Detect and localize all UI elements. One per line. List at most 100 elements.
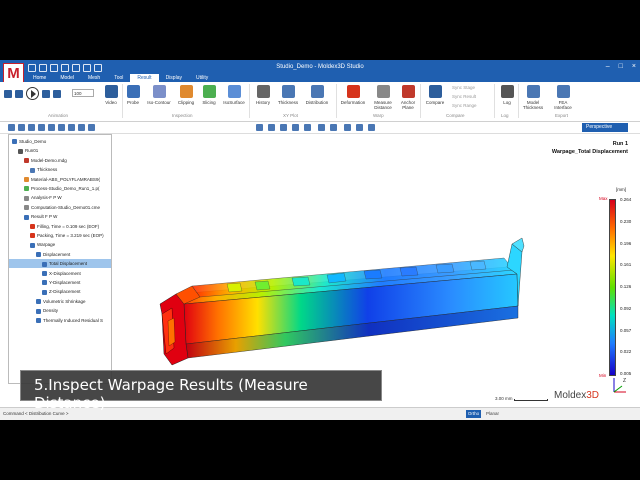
3d-viewport[interactable]: Run 1 Warpage_Total Displacement [mm] Ma…	[112, 134, 640, 404]
view-toolbar: Perspective	[0, 122, 640, 134]
measure-distance-button[interactable]: Measure Distance	[370, 85, 396, 110]
log-button[interactable]: Log	[494, 85, 520, 105]
tab-tool[interactable]: Tool	[107, 74, 130, 82]
deformation-button[interactable]: Deformation	[340, 85, 366, 105]
tag-icon[interactable]	[58, 124, 65, 131]
zoom-icon[interactable]	[292, 124, 299, 131]
tab-home[interactable]: Home	[26, 74, 53, 82]
thickness-button[interactable]: Thickness	[275, 85, 301, 105]
tree-item[interactable]: X-Displacement	[9, 269, 111, 278]
view-cube-icon[interactable]	[304, 124, 311, 131]
measure-distance-icon	[376, 85, 390, 98]
isosurface-button[interactable]: IsoSurface	[221, 85, 247, 105]
tree-item[interactable]: Packing, Time = 3.219 sec (EOP)	[9, 231, 111, 240]
layers-icon[interactable]	[18, 124, 25, 131]
tab-display[interactable]: Display	[159, 74, 189, 82]
help-icon[interactable]	[88, 124, 95, 131]
tree-item[interactable]: Studio_Demo	[9, 137, 111, 146]
tree-item[interactable]: Model-Demo.mdg	[9, 156, 111, 165]
camera-icon[interactable]	[368, 124, 375, 131]
tree-item[interactable]: Run01	[9, 146, 111, 155]
fea-interface-icon	[556, 85, 570, 98]
tab-result[interactable]: Result	[130, 74, 159, 82]
tree-item[interactable]: Computation-Studio_Demo01.cme	[9, 203, 111, 212]
tree-node-icon	[36, 252, 41, 258]
sync-result-button[interactable]: Sync Result	[452, 94, 476, 99]
pan-icon[interactable]	[280, 124, 287, 131]
axis-triad-icon: Z	[613, 378, 626, 393]
stop-icon[interactable]	[4, 89, 12, 98]
tree-item[interactable]: Displacement	[9, 250, 111, 259]
tree-node-icon	[24, 205, 29, 211]
tree-item[interactable]: Material-ABS_POLYFLAMRABS9(	[9, 175, 111, 184]
isosurface-icon	[227, 85, 241, 98]
tree-item[interactable]: Analysis-F P W	[9, 193, 111, 202]
tree-item[interactable]: Thickness	[9, 165, 111, 174]
tree-icon[interactable]	[8, 124, 15, 131]
distribution-button[interactable]: Distribution	[304, 85, 330, 105]
tab-model[interactable]: Model	[53, 74, 81, 82]
step-back-icon[interactable]	[15, 89, 23, 98]
slicing-button[interactable]: Slicing	[196, 85, 222, 105]
model-thickness-button[interactable]: Model Thickness	[520, 85, 546, 110]
button-label: Thickness	[277, 100, 299, 105]
list-icon[interactable]	[28, 124, 35, 131]
sync-range-button[interactable]: Sync Range	[452, 103, 477, 108]
projection-dropdown[interactable]: Perspective	[582, 123, 628, 132]
history-button[interactable]: History	[250, 85, 276, 105]
rotate-icon[interactable]	[268, 124, 275, 131]
ortho-toggle[interactable]: Ortho	[466, 410, 481, 418]
iso-contour-button[interactable]: Iso-Contour	[146, 85, 172, 105]
transparency-icon[interactable]	[344, 124, 351, 131]
probe-icon	[126, 85, 140, 98]
compare-button[interactable]: Compare	[422, 85, 448, 105]
fea-interface-button[interactable]: FEA Interface	[550, 85, 576, 110]
tree-item-label: Y-Displacement	[49, 280, 81, 285]
tree-node-icon	[24, 195, 29, 201]
tree-item[interactable]: Warpage	[9, 240, 111, 249]
distribution-icon	[310, 85, 324, 98]
expand-icon[interactable]	[68, 124, 75, 131]
step-forward-icon[interactable]	[42, 89, 50, 98]
button-label: History	[255, 100, 270, 105]
play-icon[interactable]	[26, 87, 39, 100]
tree-item[interactable]: Filling, Time = 0.109 sec (EOF)	[9, 222, 111, 231]
sync-stage-button[interactable]: Sync Stage	[452, 85, 475, 90]
tree-item[interactable]: Z-Displacement	[9, 287, 111, 296]
model-thickness-icon	[526, 85, 540, 98]
slicing-icon	[202, 85, 216, 98]
tree-item[interactable]: Y-Displacement	[9, 278, 111, 287]
filter-icon[interactable]	[48, 124, 55, 131]
tab-mesh[interactable]: Mesh	[81, 74, 107, 82]
brand-text: Moldex	[554, 390, 587, 401]
tree-item-label: Density	[43, 308, 59, 314]
collapse-icon[interactable]	[78, 124, 85, 131]
minimize-button[interactable]: –	[606, 63, 610, 70]
shading-icon[interactable]	[318, 124, 325, 131]
planar-toggle[interactable]: Planar	[486, 411, 499, 416]
tree-item[interactable]: Volumetric Shrinkage	[9, 297, 111, 306]
group-animation: Animation	[48, 113, 69, 118]
tree-item[interactable]: Result F P W	[9, 212, 111, 221]
tree-item-label: Material-ABS_POLYFLAMRABS9(	[31, 176, 100, 182]
tree-item[interactable]: Thermally Induced Residual S	[9, 316, 111, 325]
probe-button[interactable]: Probe	[120, 85, 146, 105]
fit-icon[interactable]	[256, 124, 263, 131]
min-marker: Min	[599, 373, 607, 378]
tree-item-label: Thickness	[37, 167, 58, 173]
tree-item[interactable]: Process-Studio_Demo_Run1_1.p(	[9, 184, 111, 193]
grid-icon[interactable]	[38, 124, 45, 131]
tab-utility[interactable]: Utility	[189, 74, 215, 82]
legend-value: 0.126	[620, 284, 632, 289]
tree-item[interactable]: Density	[9, 306, 111, 315]
visibility-icon[interactable]	[356, 124, 363, 131]
speed-field[interactable]: 100	[72, 89, 94, 97]
anchor-plane-button[interactable]: Anchor Plane	[395, 85, 421, 110]
loop-icon[interactable]	[53, 89, 61, 98]
maximize-button[interactable]: □	[619, 63, 623, 70]
color-legend-bar	[609, 199, 616, 376]
button-label: Log	[503, 100, 511, 105]
tree-item[interactable]: Total Displacement	[9, 259, 111, 269]
mesh-icon[interactable]	[330, 124, 337, 131]
close-button[interactable]: ×	[632, 63, 636, 70]
